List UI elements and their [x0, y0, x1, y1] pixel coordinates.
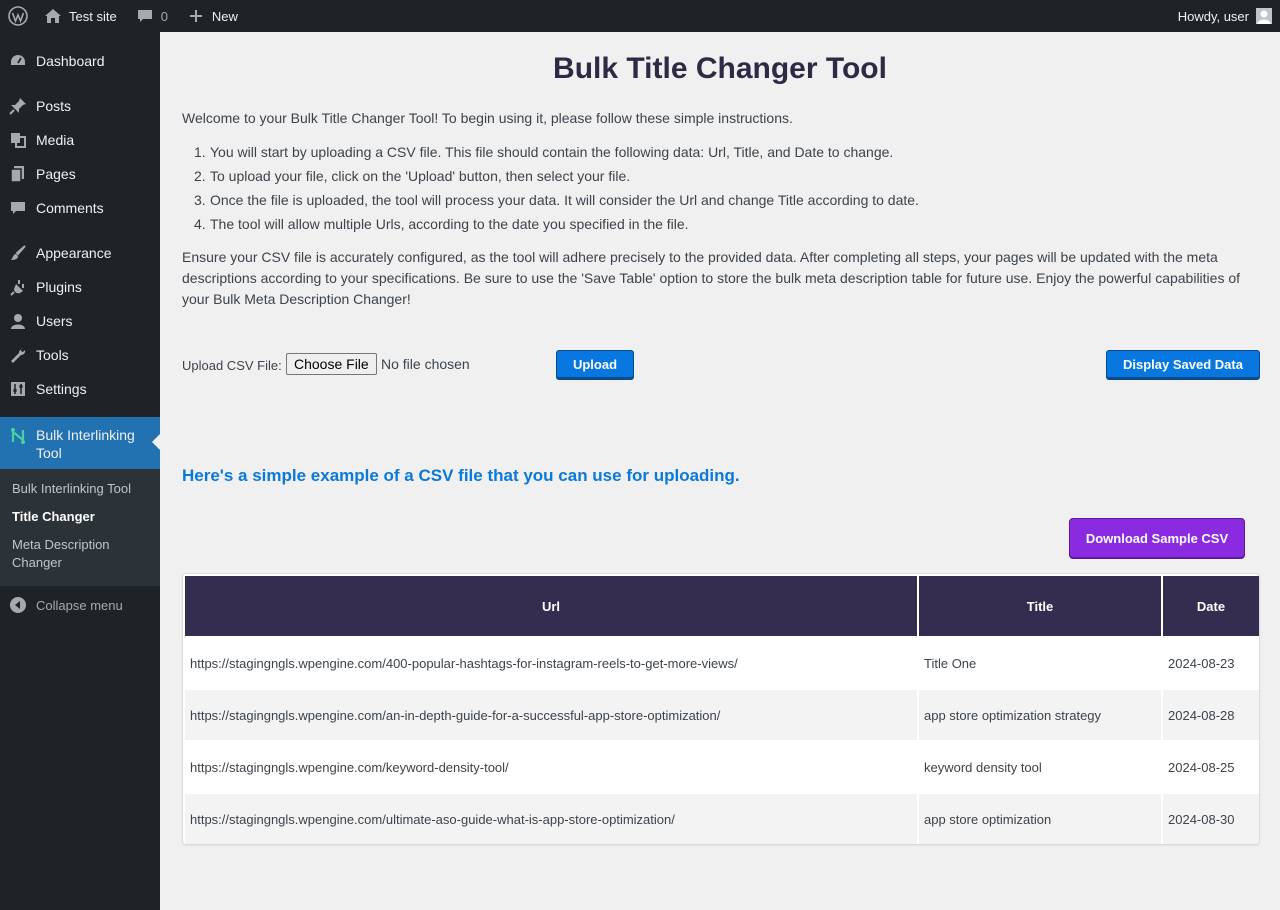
- note-text: Ensure your CSV file is accurately confi…: [182, 249, 1241, 307]
- admin-sidebar: Dashboard Posts Media Pages Comments App…: [0, 32, 160, 910]
- column-header-title: Title: [919, 576, 1161, 636]
- comments-link[interactable]: 0: [128, 0, 175, 32]
- site-name: Test site: [69, 8, 117, 24]
- table-row: https://stagingngls.wpengine.com/keyword…: [185, 742, 1259, 792]
- collapse-icon: [0, 596, 36, 614]
- sidebar-item-label: Media: [36, 132, 75, 148]
- collapse-menu-button[interactable]: Collapse menu: [0, 588, 160, 622]
- sidebar-item-label: Settings: [36, 381, 87, 397]
- table-row: https://stagingngls.wpengine.com/400-pop…: [185, 638, 1259, 688]
- column-header-url: Url: [185, 576, 917, 636]
- sidebar-item-label: Pages: [36, 166, 76, 182]
- submenu-item-meta-description[interactable]: Meta Description Changer: [12, 536, 122, 572]
- cell-url: https://stagingngls.wpengine.com/keyword…: [185, 742, 917, 792]
- pages-icon: [0, 165, 36, 183]
- sidebar-item-pages[interactable]: Pages: [0, 157, 160, 191]
- cell-date: 2024-08-30: [1163, 794, 1259, 844]
- sidebar-item-posts[interactable]: Posts: [0, 89, 160, 123]
- network-icon: [0, 426, 36, 445]
- cell-url: https://stagingngls.wpengine.com/ultimat…: [185, 794, 917, 844]
- cell-title: Title One: [919, 638, 1161, 688]
- cell-title: keyword density tool: [919, 742, 1161, 792]
- choose-file-button[interactable]: Choose File: [286, 353, 377, 375]
- sidebar-item-comments[interactable]: Comments: [0, 191, 160, 225]
- cell-title: app store optimization: [919, 794, 1161, 844]
- table-row: https://stagingngls.wpengine.com/ultimat…: [185, 794, 1259, 844]
- dashboard-icon: [0, 52, 36, 70]
- step-text: You will start by uploading a CSV file. …: [210, 144, 894, 160]
- list-item: 4. The tool will allow multiple Urls, acc…: [194, 216, 689, 232]
- sidebar-item-bulk-interlinking[interactable]: Bulk Interlinking Tool: [0, 417, 160, 469]
- settings-icon: [0, 380, 36, 398]
- step-text: Once the file is uploaded, the tool will…: [210, 192, 919, 208]
- sidebar-item-settings[interactable]: Settings: [0, 372, 160, 406]
- new-content-link[interactable]: New: [179, 0, 245, 32]
- howdy-text: Howdy, user: [1177, 8, 1249, 24]
- admin-bar: Test site 0 New Howdy, user: [0, 0, 1280, 32]
- example-heading: Here's a simple example of a CSV file th…: [182, 466, 740, 485]
- sample-table: Url Title Date https://stagingngls.wpeng…: [182, 573, 1260, 845]
- cell-date: 2024-08-28: [1163, 690, 1259, 740]
- sidebar-item-label: Users: [36, 313, 73, 329]
- sidebar-item-media[interactable]: Media: [0, 123, 160, 157]
- sidebar-item-label: Dashboard: [36, 53, 105, 69]
- avatar: [1256, 8, 1272, 24]
- sidebar-item-tools[interactable]: Tools: [0, 338, 160, 372]
- user-icon: [0, 312, 36, 330]
- sidebar-item-plugins[interactable]: Plugins: [0, 270, 160, 304]
- list-item: 1. You will start by uploading a CSV file…: [194, 144, 894, 160]
- no-file-text: No file chosen: [381, 356, 470, 372]
- comments-count: 0: [160, 8, 168, 24]
- sidebar-item-label: Bulk Interlinking Tool: [36, 427, 135, 461]
- upload-label: Upload CSV File:: [182, 358, 282, 373]
- brush-icon: [0, 244, 36, 262]
- submenu-item-bulk-interlinking[interactable]: Bulk Interlinking Tool: [12, 480, 152, 498]
- new-label: New: [211, 8, 238, 24]
- cell-url: https://stagingngls.wpengine.com/400-pop…: [185, 638, 917, 688]
- list-item: 2. To upload your file, click on the 'Upl…: [194, 168, 631, 184]
- cell-date: 2024-08-23: [1163, 638, 1259, 688]
- sidebar-item-users[interactable]: Users: [0, 304, 160, 338]
- my-account[interactable]: Howdy, user: [1178, 0, 1280, 32]
- main-content: Bulk Title Changer Tool Welcome to your …: [160, 32, 1280, 910]
- sidebar-item-label: Posts: [36, 98, 72, 114]
- submenu: Bulk Interlinking Tool Title Changer Met…: [0, 469, 160, 586]
- submenu-item-title-changer[interactable]: Title Changer: [12, 508, 152, 526]
- column-header-date: Date: [1163, 576, 1259, 636]
- cell-url: https://stagingngls.wpengine.com/an-in-d…: [185, 690, 917, 740]
- collapse-label: Collapse menu: [36, 597, 123, 613]
- intro-text: Welcome to your Bulk Title Changer Tool!…: [182, 110, 793, 126]
- instructions-list: 1. You will start by uploading a CSV file…: [194, 144, 919, 240]
- table-header-row: Url Title Date: [185, 576, 1259, 636]
- upload-button[interactable]: Upload: [556, 350, 634, 379]
- wrench-icon: [0, 346, 36, 364]
- plugin-icon: [0, 278, 36, 296]
- comment-icon: [0, 199, 36, 217]
- sidebar-item-label: Appearance: [36, 245, 112, 261]
- site-name-link[interactable]: Test site: [36, 0, 124, 32]
- wordpress-logo-icon[interactable]: [0, 0, 36, 32]
- step-text: To upload your file, click on the 'Uploa…: [210, 168, 631, 184]
- current-menu-arrow: [152, 434, 160, 450]
- list-item: 3. Once the file is uploaded, the tool wi…: [194, 192, 919, 208]
- plus-icon: [186, 6, 206, 26]
- sidebar-item-label: Comments: [36, 200, 104, 216]
- sidebar-item-label: Plugins: [36, 279, 82, 295]
- sidebar-item-dashboard[interactable]: Dashboard: [0, 44, 160, 78]
- comment-icon: [135, 6, 155, 26]
- download-sample-csv-button[interactable]: Download Sample CSV: [1069, 518, 1245, 558]
- cell-title: app store optimization strategy: [919, 690, 1161, 740]
- sidebar-item-label: Tools: [36, 347, 69, 363]
- pin-icon: [0, 97, 36, 115]
- display-saved-data-button[interactable]: Display Saved Data: [1106, 350, 1260, 379]
- home-icon: [43, 6, 63, 26]
- step-text: The tool will allow multiple Urls, accor…: [210, 216, 689, 232]
- page-title: Bulk Title Changer Tool: [553, 52, 887, 85]
- table-row: https://stagingngls.wpengine.com/an-in-d…: [185, 690, 1259, 740]
- media-icon: [0, 131, 36, 149]
- cell-date: 2024-08-25: [1163, 742, 1259, 792]
- sidebar-item-appearance[interactable]: Appearance: [0, 236, 160, 270]
